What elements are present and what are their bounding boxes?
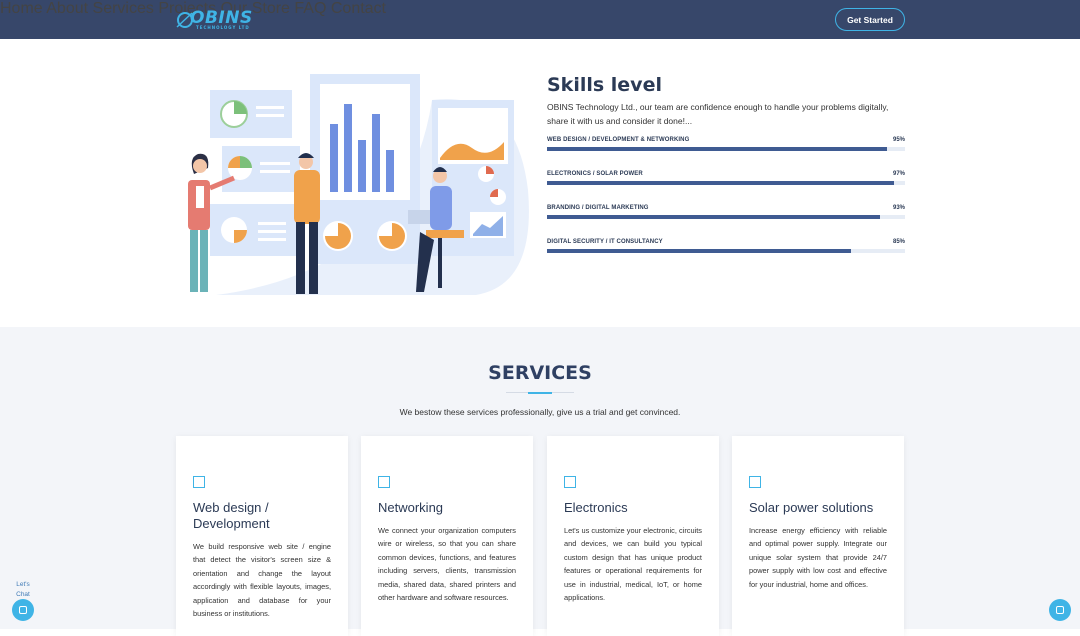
skill-label: DIGITAL SECURITY / IT CONSULTANCY [547, 239, 663, 245]
skill-bar-track [547, 147, 905, 151]
service-card-solar-power[interactable]: Solar power solutions Increase energy ef… [732, 436, 904, 636]
skill-percent: 85% [892, 239, 905, 245]
skill-percent: 95% [892, 137, 905, 143]
service-card-text: Increase energy efficiency with reliable… [749, 526, 887, 589]
square-icon [378, 476, 390, 488]
site-logo[interactable]: OBINS TECHNOLOGY LTD [176, 8, 260, 32]
chat-label[interactable]: Let's Chat [14, 580, 32, 599]
skill-bar-fill [547, 215, 880, 219]
skill-electronics: ELECTRONICS / SOLAR POWER 97% [547, 171, 905, 191]
service-card-text: We connect your organization computers w… [378, 526, 516, 603]
skill-branding: BRANDING / DIGITAL MARKETING 93% [547, 205, 905, 225]
service-card-electronics[interactable]: Electronics Let's us customize your elec… [547, 436, 719, 636]
skill-label: ELECTRONICS / SOLAR POWER [547, 171, 643, 177]
services-subtitle: We bestow these services professionally,… [399, 407, 681, 417]
service-card-title: Electronics [564, 500, 628, 515]
nav-contact[interactable]: Contact [331, 0, 386, 17]
chat-icon [1056, 606, 1064, 614]
skill-percent: 97% [892, 171, 905, 177]
service-card-networking[interactable]: Networking We connect your organization … [361, 436, 533, 636]
nav-faq[interactable]: FAQ [294, 0, 326, 17]
service-card-text: Let's us customize your electronic, circ… [564, 526, 702, 603]
get-started-button[interactable]: Get Started [835, 8, 905, 31]
skill-label: BRANDING / DIGITAL MARKETING [547, 205, 649, 211]
skills-title: Skills level [547, 74, 662, 96]
analytics-team-illustration [188, 74, 529, 295]
service-card-title: Solar power solutions [749, 500, 874, 515]
chat-widget-button[interactable] [1049, 599, 1071, 621]
skill-digital-security: DIGITAL SECURITY / IT CONSULTANCY 85% [547, 239, 905, 259]
skill-bar-track [547, 181, 905, 185]
chat-button[interactable] [12, 599, 34, 621]
skill-bar-fill [547, 181, 895, 185]
service-card-title: Networking [378, 500, 444, 515]
chat-icon [19, 606, 27, 614]
square-icon [193, 476, 205, 488]
skill-bar-track [547, 249, 905, 253]
nav-services[interactable]: Services [93, 0, 154, 17]
service-card-title: Web design / Development [193, 500, 270, 531]
skill-bar-fill [547, 249, 852, 253]
service-card-web-design[interactable]: Web design / Development We build respon… [176, 436, 348, 636]
skill-web-design: WEB DESIGN / DEVELOPMENT & NETWORKING 95… [547, 137, 905, 157]
square-icon [749, 476, 761, 488]
square-icon [564, 476, 576, 488]
top-navbar: OBINS TECHNOLOGY LTD Home About Services… [0, 0, 1080, 39]
skill-label: WEB DESIGN / DEVELOPMENT & NETWORKING [547, 137, 690, 143]
nav-home[interactable]: Home [0, 0, 43, 17]
skill-percent: 93% [892, 205, 905, 211]
title-divider-accent [528, 392, 552, 394]
services-title: SERVICES [488, 362, 592, 384]
logo-subtitle: TECHNOLOGY LTD [196, 25, 250, 30]
nav-about[interactable]: About [46, 0, 88, 17]
skills-description: OBINS Technology Ltd., our team are conf… [547, 102, 889, 126]
service-card-text: We build responsive web site / engine th… [193, 542, 331, 619]
skill-bar-track [547, 215, 905, 219]
skill-bar-fill [547, 147, 888, 151]
